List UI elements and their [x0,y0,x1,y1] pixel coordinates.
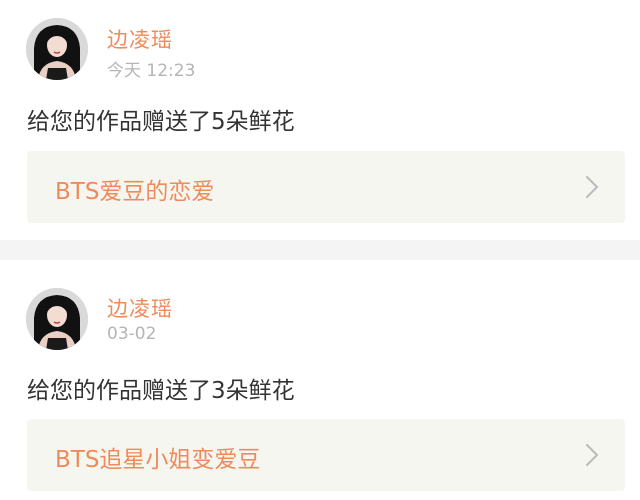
work-link[interactable]: BTS爱豆的恋爱 [27,151,625,223]
work-title: BTS爱豆的恋爱 [55,179,215,205]
timestamp: 今天 12:23 [107,61,196,81]
section-divider [0,240,640,260]
notification-card: 边凌瑶 03-02 给您的作品赠送了3朵鲜花 BTS追星小姐变爱豆 [0,260,640,500]
timestamp: 03-02 [107,324,157,344]
notification-message: 给您的作品赠送了3朵鲜花 [27,378,295,404]
avatar[interactable] [26,18,88,80]
notification-feed: 边凌瑶 今天 12:23 给您的作品赠送了5朵鲜花 BTS爱豆的恋爱 边凌瑶 0… [0,0,640,500]
notification-card: 边凌瑶 今天 12:23 给您的作品赠送了5朵鲜花 BTS爱豆的恋爱 [0,0,640,240]
chevron-right-icon [585,443,599,467]
chevron-right-icon [585,175,599,199]
user-avatar-icon [26,18,88,80]
username[interactable]: 边凌瑶 [107,293,173,323]
notification-message: 给您的作品赠送了5朵鲜花 [27,109,295,135]
work-link[interactable]: BTS追星小姐变爱豆 [27,419,625,491]
avatar[interactable] [26,288,88,350]
username[interactable]: 边凌瑶 [107,24,173,54]
work-title: BTS追星小姐变爱豆 [55,447,261,473]
user-avatar-icon [26,288,88,350]
